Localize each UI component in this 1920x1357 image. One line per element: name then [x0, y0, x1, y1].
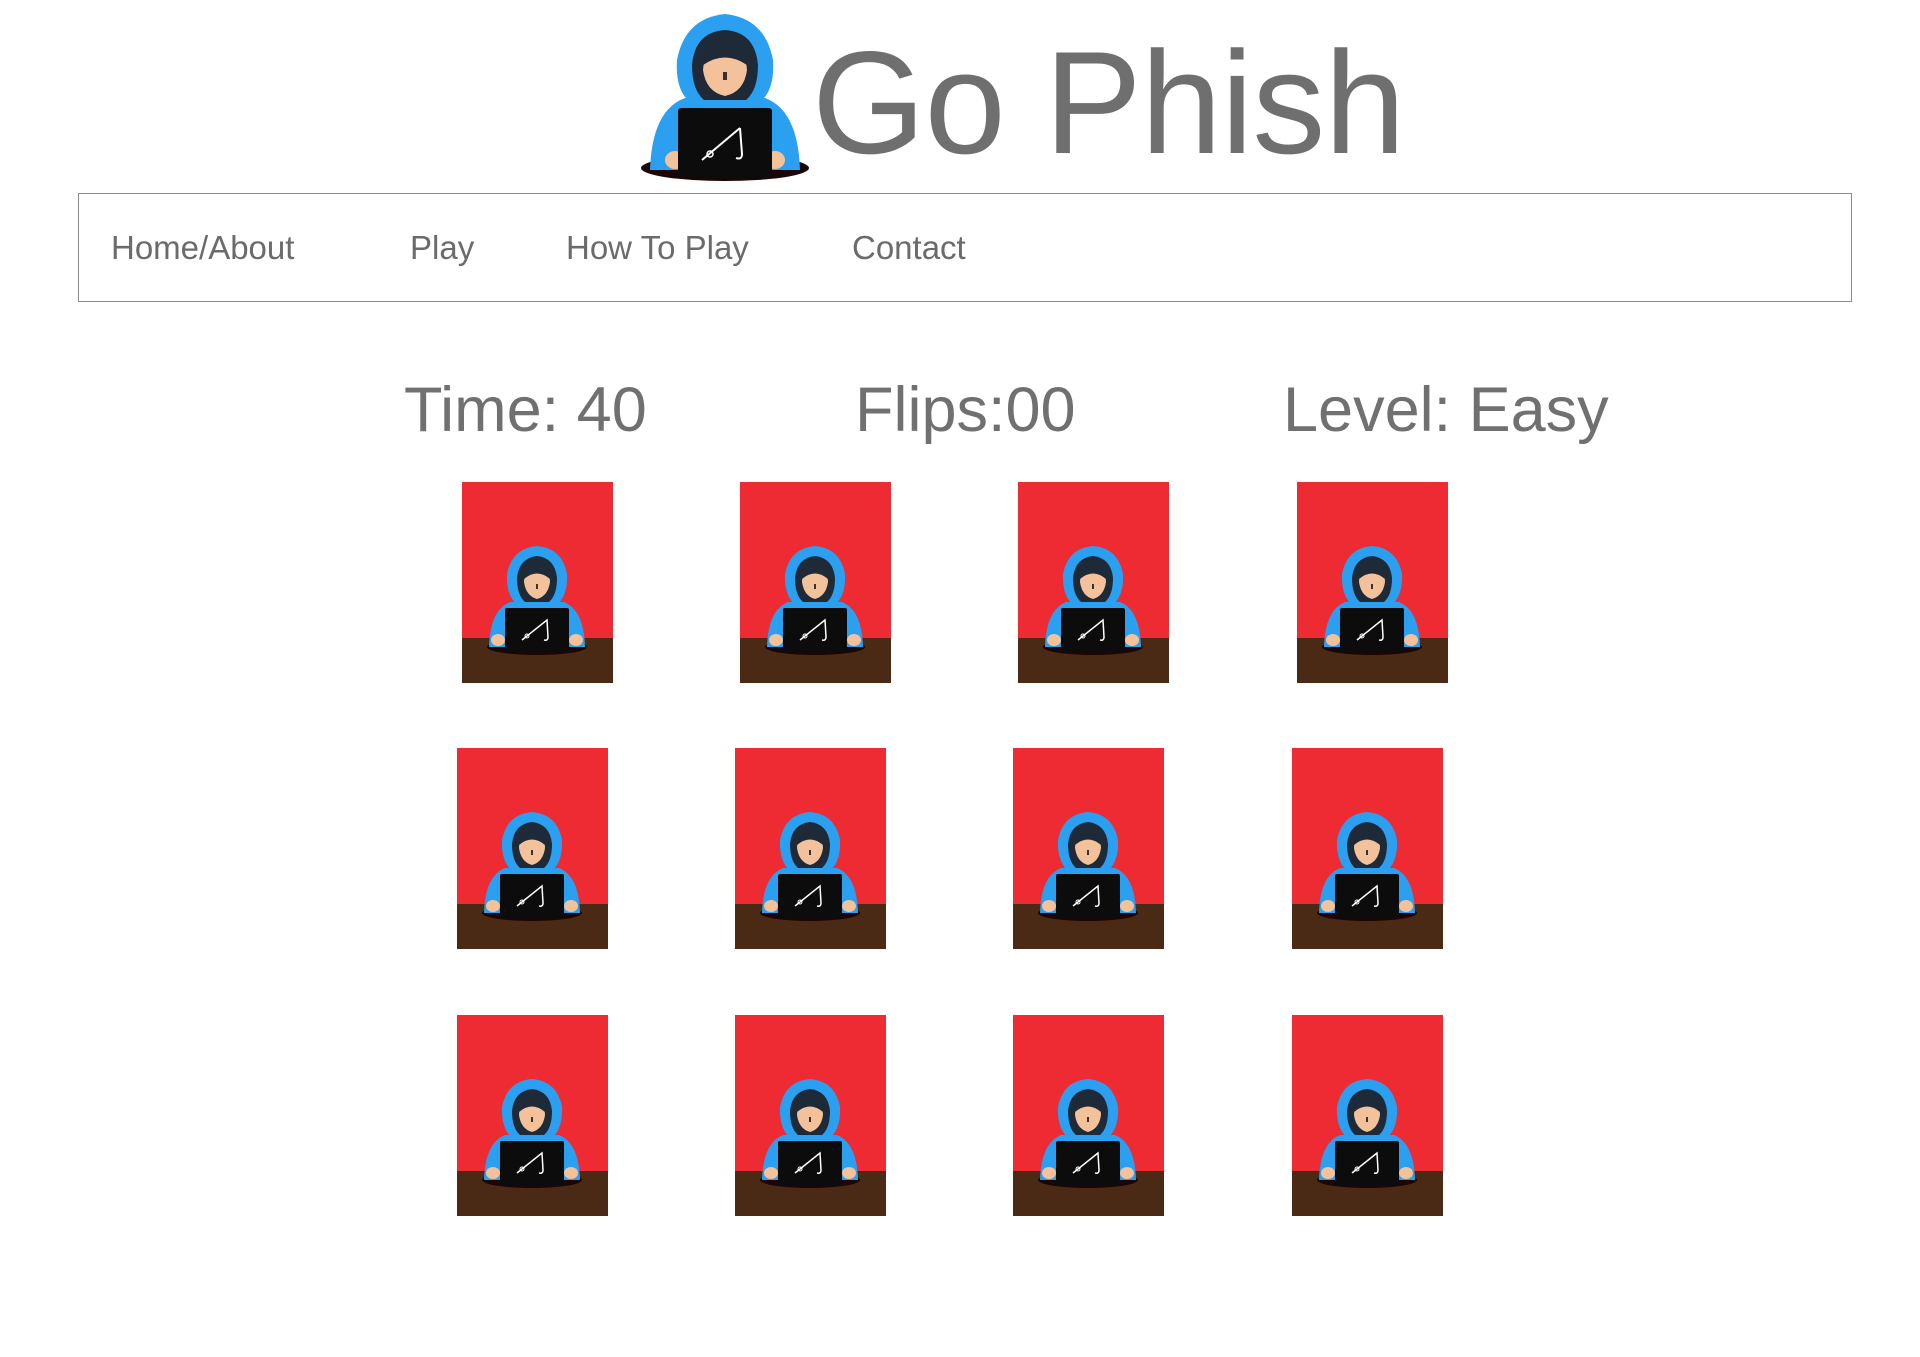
hooded-hacker-laptop-icon [1292, 1015, 1443, 1216]
time-counter: Time: 40 [404, 375, 647, 445]
memory-card[interactable] [740, 482, 891, 683]
hooded-hacker-laptop-icon [1292, 748, 1443, 949]
memory-card[interactable] [1297, 482, 1448, 683]
hooded-hacker-laptop-icon [1018, 482, 1169, 683]
memory-card[interactable] [462, 482, 613, 683]
level-indicator: Level: Easy [1283, 375, 1609, 445]
site-header: Go Phish [0, 0, 1920, 190]
memory-card[interactable] [1018, 482, 1169, 683]
site-title: Go Phish [812, 21, 1406, 184]
nav-contact-link[interactable]: Contact [852, 194, 966, 301]
hooded-hacker-laptop-icon [740, 482, 891, 683]
memory-card[interactable] [1292, 1015, 1443, 1216]
hooded-hacker-laptop-icon [1013, 748, 1164, 949]
memory-card[interactable] [735, 1015, 886, 1216]
hooded-hacker-laptop-icon [735, 1015, 886, 1216]
hooded-hacker-laptop-icon [462, 482, 613, 683]
memory-card[interactable] [1292, 748, 1443, 949]
memory-card[interactable] [1013, 748, 1164, 949]
hooded-hacker-laptop-icon [1297, 482, 1448, 683]
hooded-hacker-laptop-icon [735, 748, 886, 949]
memory-card[interactable] [1013, 1015, 1164, 1216]
hooded-hacker-logo-icon [640, 10, 810, 185]
memory-card[interactable] [735, 748, 886, 949]
nav-home-about-link[interactable]: Home/About [111, 194, 294, 301]
memory-card[interactable] [457, 1015, 608, 1216]
flips-counter: Flips:00 [855, 375, 1076, 445]
memory-card[interactable] [457, 748, 608, 949]
hooded-hacker-laptop-icon [457, 1015, 608, 1216]
main-nav: Home/About Play How To Play Contact [78, 193, 1852, 302]
nav-play-link[interactable]: Play [410, 194, 474, 301]
hooded-hacker-laptop-icon [457, 748, 608, 949]
nav-how-to-play-link[interactable]: How To Play [566, 194, 749, 301]
hooded-hacker-laptop-icon [1013, 1015, 1164, 1216]
